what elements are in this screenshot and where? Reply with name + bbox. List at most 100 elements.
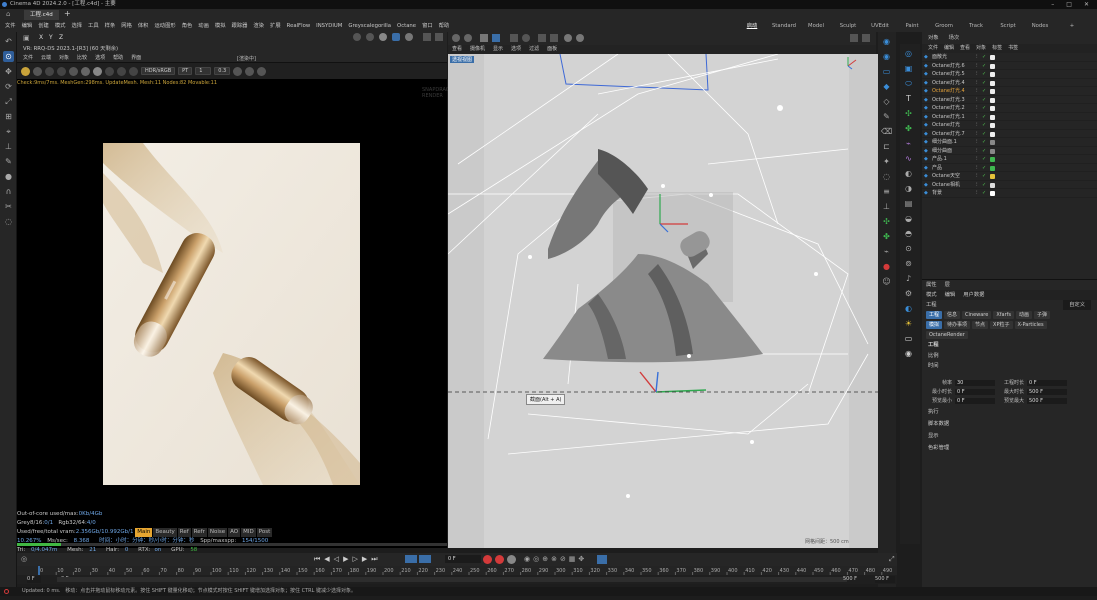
menu-item[interactable]: 选择: [71, 23, 82, 29]
menu-item[interactable]: 编辑: [22, 23, 33, 29]
attribute-tab[interactable]: 工程: [926, 311, 943, 319]
character-icon[interactable]: ☺: [881, 276, 892, 287]
move-key-icon[interactable]: [597, 555, 607, 564]
layout-tab[interactable]: Model: [800, 21, 832, 32]
select-tool-icon[interactable]: ⊙: [3, 51, 14, 62]
object-tab[interactable]: 场次: [949, 35, 960, 41]
menu-item[interactable]: 运动图形: [154, 23, 175, 29]
camera-icon[interactable]: [245, 66, 255, 76]
kernel-select[interactable]: PT: [178, 67, 193, 75]
camera-label[interactable]: 透视视图: [450, 56, 475, 63]
visibility-dot-icon[interactable]: ⁝: [976, 113, 978, 122]
object-menu-item[interactable]: 查看: [960, 45, 970, 51]
pin-icon[interactable]: [129, 66, 138, 76]
pass-tab[interactable]: Refr: [191, 528, 207, 537]
attribute-panel-tab[interactable]: 层: [945, 282, 950, 288]
render-menu-item[interactable]: 比较: [77, 55, 87, 61]
preset-select[interactable]: 自定义: [1063, 300, 1091, 310]
material-tag-icon[interactable]: [990, 191, 995, 196]
color-space-select[interactable]: HDR/sRGB: [141, 67, 176, 75]
render-menu-item[interactable]: 帮助: [113, 55, 123, 61]
tag-icon[interactable]: ◇: [881, 96, 892, 107]
attribute-menu-item[interactable]: 编辑: [945, 292, 956, 298]
attribute-group-header[interactable]: 执行: [922, 407, 939, 418]
3d-viewport[interactable]: 透视视图 截面(Alt + A) 网格间距：500 cm: [448, 54, 878, 548]
playhead[interactable]: [38, 566, 40, 575]
enabled-check-icon[interactable]: ✓: [982, 104, 986, 113]
render-view-icon[interactable]: [366, 33, 374, 41]
object-menu-item[interactable]: 书签: [1008, 45, 1018, 51]
enabled-check-icon[interactable]: ✓: [982, 164, 986, 173]
keyframe-icon[interactable]: [507, 555, 516, 564]
record-icon[interactable]: ●: [881, 261, 892, 272]
range-slider[interactable]: [57, 577, 847, 582]
enabled-check-icon[interactable]: ✓: [982, 172, 986, 181]
attribute-group-header[interactable]: 时间: [922, 361, 939, 372]
pin-icon[interactable]: ⊥: [881, 201, 892, 212]
visibility-dot-icon[interactable]: ⁝: [976, 147, 978, 156]
visibility-dot-icon[interactable]: ⁝: [976, 164, 978, 173]
render-region-icon[interactable]: [353, 33, 361, 41]
visibility-dot-icon[interactable]: ⁝: [976, 79, 978, 88]
viewport-menu-item[interactable]: 查看: [452, 46, 462, 52]
menu-item[interactable]: 创建: [38, 23, 49, 29]
visibility-dot-icon[interactable]: ⁝: [976, 155, 978, 164]
object-row[interactable]: ◆ Octane灯光.4 ⁝ ✓: [922, 87, 1097, 96]
menu-item[interactable]: 动画: [198, 23, 209, 29]
scene-icon[interactable]: ▣: [23, 34, 30, 42]
filter-icon[interactable]: [538, 34, 546, 42]
attribute-tab[interactable]: Xfarfs: [993, 311, 1015, 319]
axis-z-button[interactable]: Z: [59, 34, 63, 41]
gear-icon[interactable]: ⚙: [903, 288, 914, 299]
menu-item[interactable]: 样条: [105, 23, 116, 29]
pass-tab[interactable]: Post: [256, 528, 273, 537]
display-icon[interactable]: [510, 34, 518, 42]
attribute-tab[interactable]: 信息: [944, 311, 961, 319]
menu-item[interactable]: 扩展: [270, 23, 281, 29]
material-tag-icon[interactable]: [990, 55, 995, 60]
text-object-icon[interactable]: T: [903, 93, 914, 104]
menu-item[interactable]: 模式: [55, 23, 66, 29]
object-row[interactable]: ◆ Octane灯光 ⁝ ✓: [922, 121, 1097, 130]
effector-object-icon[interactable]: ✤: [903, 123, 914, 134]
gear-icon[interactable]: [69, 66, 78, 76]
home-icon[interactable]: ⌂: [6, 10, 10, 18]
max-time-field[interactable]: 500 F: [1027, 389, 1067, 395]
eraser-icon[interactable]: ⌫: [881, 126, 892, 137]
menu-item[interactable]: 模拟: [215, 23, 226, 29]
compare-icon[interactable]: [117, 66, 126, 76]
attribute-tab[interactable]: 模拟: [926, 321, 943, 329]
object-row[interactable]: ◆ Octane相机 ⁝ ✓: [922, 181, 1097, 189]
layout-tab[interactable]: Script: [992, 21, 1024, 32]
enabled-check-icon[interactable]: ✓: [982, 87, 986, 96]
stage-icon[interactable]: ⊚: [903, 258, 914, 269]
object-menu-item[interactable]: 标签: [992, 45, 1002, 51]
enabled-check-icon[interactable]: ✓: [982, 155, 986, 164]
object-row[interactable]: ◆ Octane灯光.6 ⁝ ✓: [922, 62, 1097, 71]
ruler-icon[interactable]: ⊏: [881, 141, 892, 152]
document-tab[interactable]: 工程.c4d: [24, 10, 59, 20]
attribute-group-header[interactable]: 脚本数据: [922, 419, 949, 430]
layout-tab[interactable]: Sculpt: [832, 21, 864, 32]
material-tag-icon[interactable]: [990, 174, 995, 179]
menu-item[interactable]: 帮助: [439, 23, 450, 29]
undo-icon[interactable]: ↶: [3, 36, 14, 47]
visibility-dot-icon[interactable]: ⁝: [976, 53, 978, 62]
pass-tab[interactable]: Ref: [177, 528, 191, 537]
enabled-check-icon[interactable]: ✓: [982, 147, 986, 156]
material-tag-icon[interactable]: [990, 140, 995, 145]
layout-tab[interactable]: Paint: [896, 21, 928, 32]
current-frame-field[interactable]: 0 F: [445, 555, 481, 563]
material-tag-icon[interactable]: [990, 123, 995, 128]
material-tag-icon[interactable]: [990, 97, 995, 103]
viewport-menu-item[interactable]: 摄像机: [470, 46, 485, 52]
toggle-icon[interactable]: [233, 66, 243, 76]
rotate-tool-icon[interactable]: ⟳: [3, 81, 14, 92]
visibility-dot-icon[interactable]: ⁝: [976, 62, 978, 71]
menu-item[interactable]: 工具: [88, 23, 99, 29]
octane-camera-icon[interactable]: ◉: [903, 348, 914, 359]
camera-icon[interactable]: ◉: [881, 36, 892, 47]
object-row[interactable]: ◆ 细分曲面.1 ⁝ ✓: [922, 138, 1097, 147]
render-settings-icon[interactable]: [392, 33, 400, 41]
menu-item[interactable]: INSYDIUM: [316, 23, 342, 29]
